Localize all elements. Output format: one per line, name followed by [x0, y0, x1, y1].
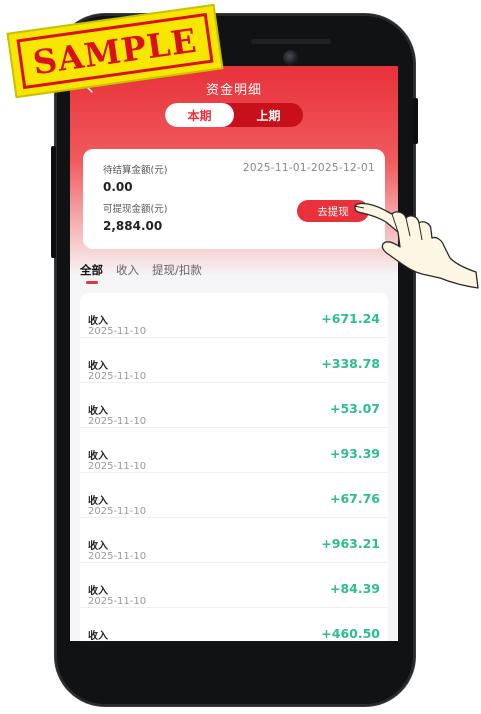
transaction-type: 收入: [88, 406, 108, 417]
transaction-date: 2025-11-10: [88, 596, 147, 607]
pointing-hand-icon: [353, 202, 479, 289]
transaction-amount: +963.21: [321, 536, 380, 551]
tab-withdraw-deduct[interactable]: 提现/扣款: [152, 262, 202, 286]
transaction-amount: +67.76: [329, 491, 380, 506]
transaction-type: 收入: [88, 316, 108, 327]
phone-side-button: [51, 146, 56, 258]
transaction-type: 收入: [88, 586, 108, 597]
transaction-date: 2025-11-10: [88, 506, 147, 517]
transaction-amount: +460.50: [321, 626, 380, 641]
filter-tabs: 全部 收入 提现/扣款: [80, 262, 215, 286]
period-toggle: 本期 上期: [165, 103, 303, 127]
transaction-amount: +338.78: [321, 356, 380, 371]
page-title: 资金明细: [205, 83, 262, 98]
list-item[interactable]: 收入 2025-11-10 +338.78: [80, 338, 388, 383]
transaction-date: 2025-11-10: [88, 416, 147, 427]
list-item[interactable]: 收入 2025-11-10 +53.07: [80, 383, 388, 428]
transaction-amount: +84.39: [329, 581, 380, 596]
phone-volume-button: [413, 98, 418, 144]
phone-speaker: [251, 39, 331, 44]
transaction-date: 2025-11-10: [88, 551, 147, 562]
transaction-amount: +93.39: [329, 446, 380, 461]
tab-income[interactable]: 收入: [116, 262, 139, 286]
list-item[interactable]: 收入 2025-11-10 +67.76: [80, 473, 388, 518]
camera-icon: [283, 50, 299, 66]
transaction-type: 收入: [88, 451, 108, 462]
period-current-button[interactable]: 本期: [165, 103, 234, 127]
balance-card: 待结算金额(元) 2025-11-01-2025-12-01 0.00 可提现金…: [83, 149, 385, 249]
stamp-text: SAMPLE: [30, 20, 200, 82]
transaction-type: 收入: [88, 631, 108, 641]
transaction-type: 收入: [88, 541, 108, 552]
list-item[interactable]: 收入 2025-11-10 +93.39: [80, 428, 388, 473]
transaction-type: 收入: [88, 361, 108, 372]
app-screen: 资金明细 本期 上期 待结算金额(元) 2025-11-01-2025-12-0…: [70, 66, 398, 641]
pending-amount-label: 待结算金额(元): [103, 165, 168, 176]
list-item[interactable]: 收入 2025-11-10 +84.39: [80, 563, 388, 608]
transaction-amount: +53.07: [329, 401, 380, 416]
period-previous-button[interactable]: 上期: [234, 103, 303, 127]
list-item[interactable]: 收入 2025-11-10 +460.50: [80, 608, 388, 641]
transaction-date: 2025-11-10: [88, 461, 147, 472]
list-item[interactable]: 收入 2025-11-10 +963.21: [80, 518, 388, 563]
transaction-date: 2025-11-10: [88, 371, 147, 382]
transaction-list[interactable]: 收入 2025-11-10 +671.24 收入 2025-11-10 +338…: [80, 293, 388, 641]
date-range: 2025-11-01-2025-12-01: [242, 162, 375, 174]
transaction-amount: +671.24: [321, 311, 380, 326]
available-amount-label: 可提现金额(元): [103, 204, 168, 215]
transaction-date: 2025-11-10: [88, 326, 147, 337]
active-tab-indicator: [86, 281, 98, 284]
transaction-type: 收入: [88, 496, 108, 507]
list-item[interactable]: 收入 2025-11-10 +671.24: [80, 293, 388, 338]
pending-amount-value: 0.00: [103, 180, 133, 194]
available-amount-value: 2,884.00: [103, 219, 163, 233]
